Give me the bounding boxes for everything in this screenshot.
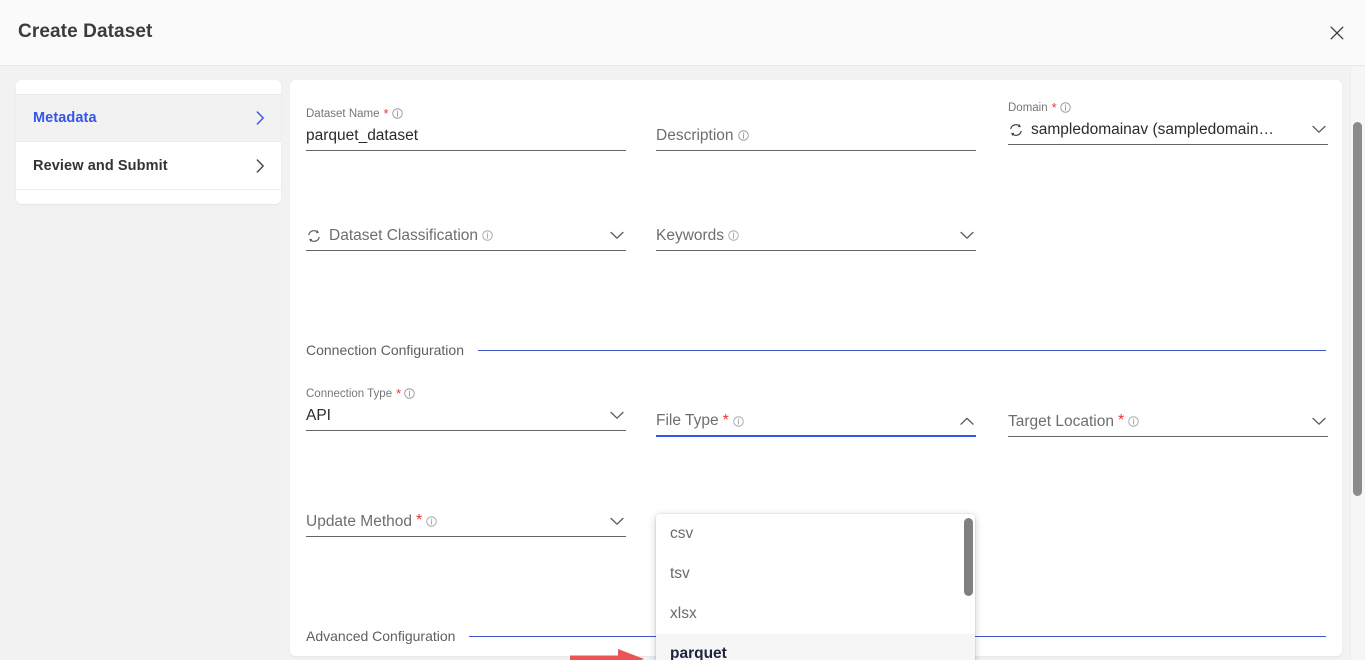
dropdown-option-label: parquet: [670, 645, 727, 660]
field-target-location: Target Location *: [1008, 407, 1328, 437]
section-label: Connection Configuration: [306, 342, 464, 358]
chevron-up-icon[interactable]: [960, 417, 976, 426]
keywords-select[interactable]: Keywords: [656, 221, 976, 251]
field-label-text: Keywords: [656, 226, 725, 244]
field-keywords: Keywords: [656, 221, 976, 251]
info-icon[interactable]: [391, 108, 403, 119]
dropdown-option-parquet[interactable]: parquet: [656, 634, 975, 660]
info-icon[interactable]: [728, 230, 739, 241]
dataset-name-input[interactable]: parquet_dataset: [306, 121, 626, 151]
field-label-text: Domain: [1008, 101, 1048, 114]
info-icon[interactable]: [426, 516, 437, 527]
info-icon[interactable]: [482, 230, 493, 241]
field-connection-type: Connection Type * API: [306, 386, 626, 431]
sync-icon[interactable]: [1008, 122, 1024, 138]
file-type-placeholder-label: File Type *: [656, 412, 953, 430]
file-type-dropdown-menu: csv tsv xlsx parquet txt: [656, 514, 975, 660]
connection-type-value: API: [306, 406, 331, 424]
modal-header: Create Dataset: [0, 0, 1365, 66]
field-label-text: Dataset Name: [306, 107, 380, 120]
file-type-select[interactable]: File Type *: [656, 407, 976, 437]
sidebar-item-label: Metadata: [33, 110, 97, 126]
field-domain: Domain * sampledomainav (sampledomain…: [1008, 100, 1328, 145]
required-marker: *: [722, 411, 729, 429]
sidebar-item-review-and-submit[interactable]: Review and Submit: [16, 142, 281, 190]
dropdown-option-xlsx[interactable]: xlsx: [656, 594, 975, 634]
target-location-placeholder-label: Target Location *: [1008, 413, 1305, 431]
chevron-right-icon: [256, 158, 265, 173]
info-icon[interactable]: [737, 130, 749, 141]
domain-select[interactable]: sampledomainav (sampledomain…: [1008, 115, 1328, 145]
field-label-text: File Type: [656, 412, 719, 429]
chevron-right-icon: [256, 111, 265, 125]
field-label-text: Description: [656, 126, 734, 144]
field-description: Description: [656, 106, 976, 151]
dropdown-scrollbar-thumb[interactable]: [964, 518, 973, 596]
info-icon[interactable]: [404, 388, 415, 399]
target-location-select[interactable]: Target Location *: [1008, 407, 1328, 437]
section-connection-configuration: Connection Configuration: [306, 342, 1326, 358]
info-icon[interactable]: [1128, 416, 1139, 427]
dropdown-option-list: csv tsv xlsx parquet txt: [656, 514, 975, 660]
chevron-down-icon[interactable]: [610, 411, 626, 420]
dataset-classification-placeholder-label: Dataset Classification: [329, 227, 603, 245]
section-label: Advanced Configuration: [306, 628, 456, 644]
update-method-placeholder-label: Update Method *: [306, 513, 603, 531]
field-label: Domain *: [1008, 100, 1328, 115]
required-marker: *: [396, 386, 402, 401]
field-label-text: Update Method: [306, 512, 412, 530]
sidebar-item-metadata[interactable]: Metadata: [16, 94, 281, 142]
chevron-down-icon[interactable]: [610, 231, 626, 240]
field-label-text: Target Location: [1008, 412, 1114, 430]
field-dataset-classification: Dataset Classification: [306, 221, 626, 251]
required-marker: *: [383, 106, 389, 121]
sync-icon[interactable]: [306, 228, 322, 244]
close-button[interactable]: [1322, 18, 1352, 48]
section-divider: [478, 349, 1326, 351]
description-placeholder-label: Description: [656, 127, 976, 145]
dropdown-option-label: csv: [670, 525, 694, 542]
domain-value: sampledomainav (sampledomain…: [1031, 120, 1274, 138]
chevron-down-icon[interactable]: [960, 231, 976, 240]
info-icon[interactable]: [733, 415, 744, 427]
field-update-method: Update Method *: [306, 507, 626, 537]
field-label-text: Connection Type: [306, 387, 393, 400]
modal-body: Metadata Review and Submit Dataset Name: [0, 66, 1365, 660]
sidebar-item-label: Review and Submit: [33, 157, 168, 174]
field-label: Dataset Name *: [306, 106, 626, 121]
dataset-classification-select[interactable]: Dataset Classification: [306, 221, 626, 251]
field-label: Connection Type *: [306, 386, 626, 401]
keywords-placeholder-label: Keywords: [656, 227, 953, 245]
connection-type-select[interactable]: API: [306, 401, 626, 431]
required-marker: *: [1118, 412, 1125, 430]
dropdown-option-csv[interactable]: csv: [656, 514, 975, 554]
page-scrollbar-thumb[interactable]: [1353, 122, 1362, 496]
chevron-down-icon[interactable]: [1312, 125, 1328, 134]
field-label-text: Dataset Classification: [329, 226, 479, 244]
chevron-down-icon[interactable]: [1312, 417, 1328, 426]
dropdown-option-label: xlsx: [670, 605, 697, 622]
field-file-type: File Type *: [656, 407, 976, 437]
dataset-name-value: parquet_dataset: [306, 126, 419, 144]
update-method-select[interactable]: Update Method *: [306, 507, 626, 537]
chevron-down-icon[interactable]: [610, 517, 626, 526]
field-dataset-name: Dataset Name * parquet_dataset: [306, 106, 626, 151]
close-icon: [1329, 25, 1345, 41]
info-icon[interactable]: [1059, 102, 1071, 113]
page-title: Create Dataset: [18, 21, 153, 42]
wizard-stepper: Metadata Review and Submit: [16, 80, 281, 204]
dropdown-option-label: tsv: [670, 565, 690, 582]
description-input[interactable]: Description: [656, 121, 976, 151]
dropdown-option-tsv[interactable]: tsv: [656, 554, 975, 594]
required-marker: *: [1051, 100, 1057, 115]
required-marker: *: [416, 512, 423, 530]
right-arrow-annotation: [568, 647, 646, 660]
